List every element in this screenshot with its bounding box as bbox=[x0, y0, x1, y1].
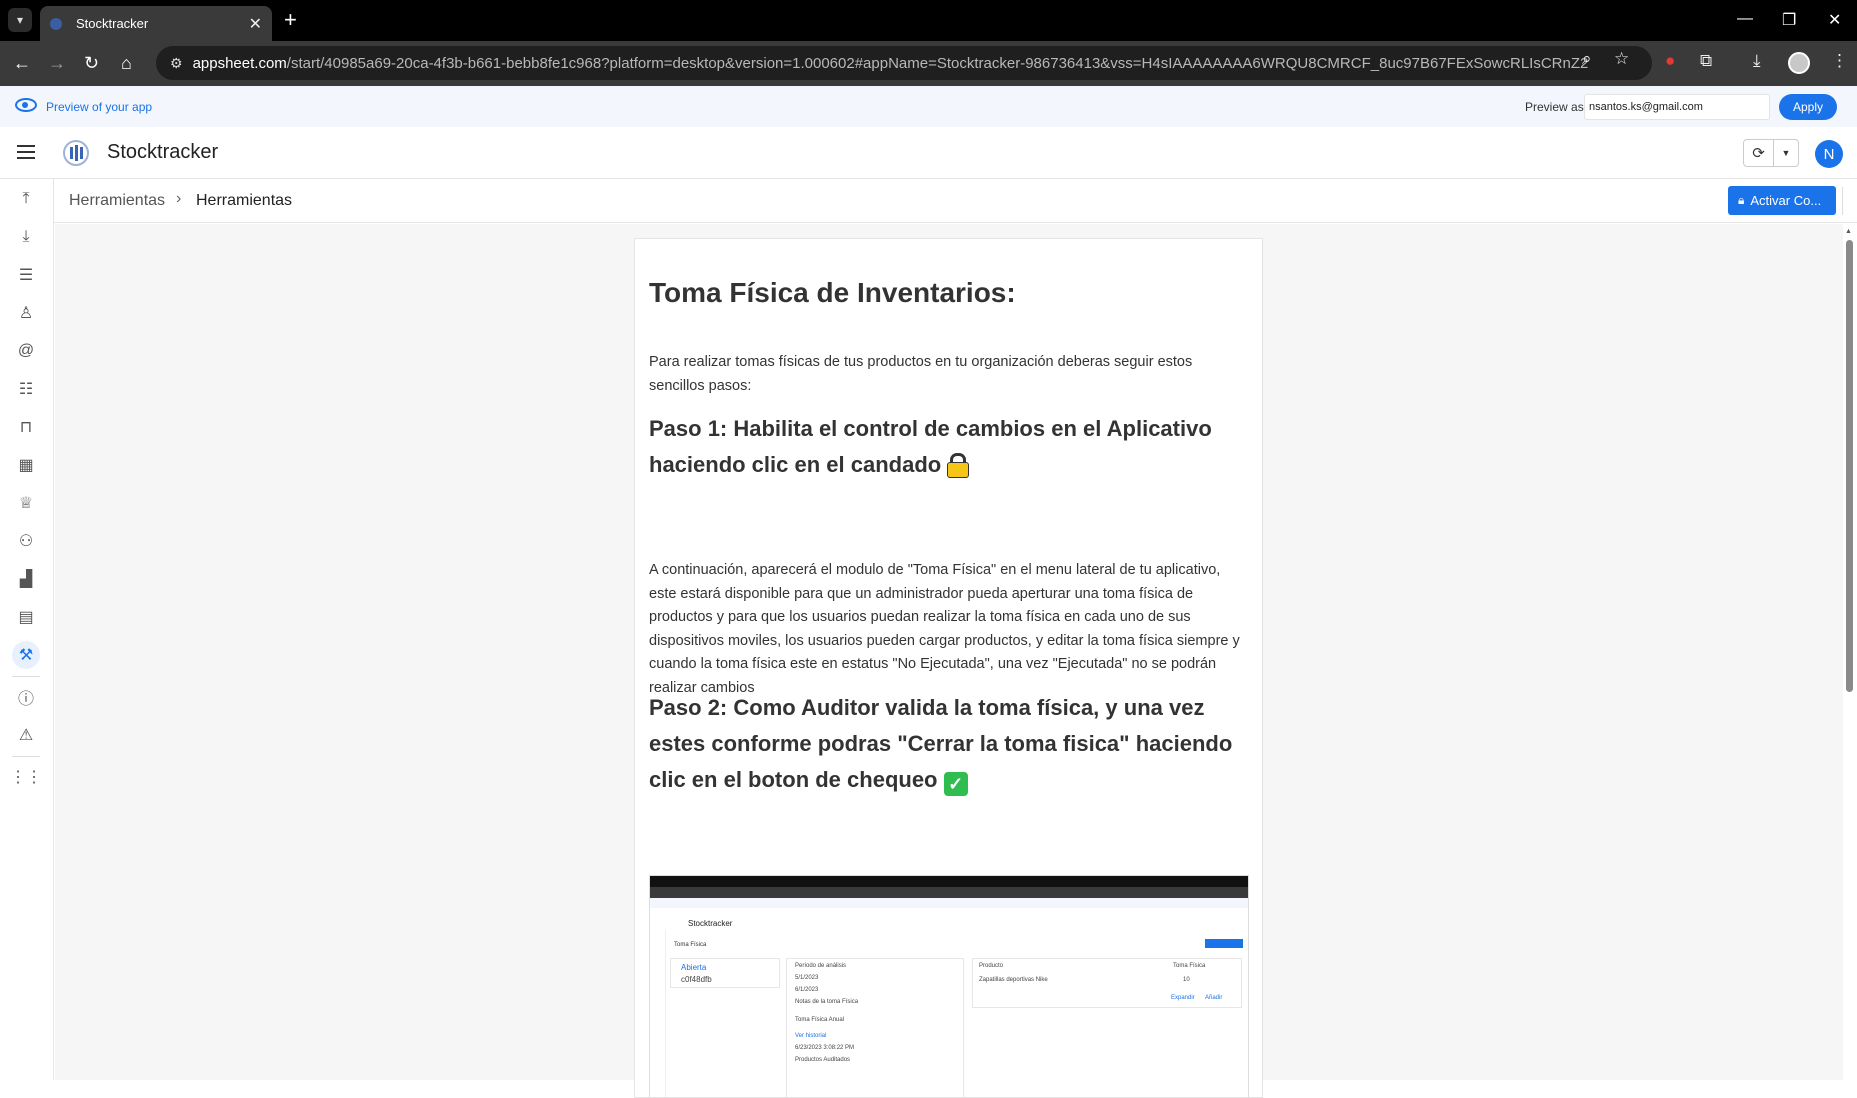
sidebar-divider bbox=[12, 756, 40, 757]
step1-body: A continuación, aparecerá el modulo de "… bbox=[649, 562, 1240, 696]
report-icon[interactable]: ▤ bbox=[12, 603, 40, 631]
list-icon[interactable]: ☰ bbox=[12, 261, 40, 289]
sidebar-divider bbox=[12, 676, 40, 677]
embedded-edit-link: Ver historial bbox=[795, 1033, 827, 1039]
sidebar: ⤒ ⤓ ☰ ♙ @ ☷ ⊓ ▦ ♕ ⚇ ▟ ▤ ⚒ ⓘ ⚠ ⋮⋮ bbox=[0, 179, 54, 1080]
embedded-crumb: Toma Física bbox=[674, 942, 707, 948]
chevron-down-icon[interactable]: ▼ bbox=[1774, 140, 1798, 166]
preview-bar: Preview of your app Preview as: Apply bbox=[0, 86, 1857, 127]
embedded-timestamp: 6/23/2023 3:08:22 PM bbox=[795, 1045, 855, 1051]
browser-tab-bar: ▾ Stocktracker ✕ + — ❐ ✕ bbox=[0, 0, 1857, 41]
activate-button[interactable]: 🔒︎ Activar Co... bbox=[1728, 186, 1836, 215]
embedded-status: Abierta bbox=[681, 963, 707, 972]
embedded-link2: Añadir bbox=[1205, 995, 1223, 1001]
tab-title: Stocktracker bbox=[76, 16, 149, 31]
activate-button-label: Activar Co... bbox=[1750, 193, 1822, 208]
step1-heading: Paso 1: Habilita el control de cambios e… bbox=[649, 416, 1212, 478]
at-icon[interactable]: @ bbox=[12, 337, 40, 365]
check-emoji-icon: ✓ bbox=[943, 772, 968, 796]
embedded-col2: Toma Física bbox=[1173, 963, 1206, 969]
breadcrumb-current: Herramientas bbox=[196, 192, 293, 209]
apply-button[interactable]: Apply bbox=[1779, 94, 1837, 120]
embedded-app-name: Stocktracker bbox=[688, 919, 733, 928]
restore-icon[interactable]: ❐ bbox=[1782, 10, 1796, 30]
breadcrumb: Herramientas › Herramientas 🔒︎ Activar C… bbox=[54, 179, 1857, 223]
step2-heading: Paso 2: Como Auditor valida la toma físi… bbox=[649, 695, 1233, 796]
upload-icon[interactable]: ⤒ bbox=[12, 185, 40, 213]
tab-close-icon[interactable]: ✕ bbox=[249, 14, 262, 34]
embedded-row-product: Zapatillas deportivas Nike bbox=[979, 977, 1048, 983]
embedded-field2: Notas de la toma Física bbox=[795, 999, 859, 1005]
url-text: appsheet.com/start/40985a69-20ca-4f3b-b6… bbox=[192, 54, 1588, 72]
trophy-icon[interactable]: ♕ bbox=[12, 489, 40, 517]
scroll-up-arrow-icon[interactable]: ▲ bbox=[1845, 228, 1852, 235]
window-close-icon[interactable]: ✕ bbox=[1828, 10, 1841, 30]
breadcrumb-parent[interactable]: Herramientas bbox=[69, 192, 165, 210]
article-intro: Para realizar tomas físicas de tus produ… bbox=[649, 354, 1193, 394]
embedded-note: Toma Física Anual bbox=[795, 1017, 845, 1023]
apps-icon[interactable]: ⋮⋮ bbox=[10, 763, 42, 791]
tab-search-icon[interactable]: ▾ bbox=[8, 8, 32, 32]
group-icon[interactable]: ⚇ bbox=[12, 527, 40, 555]
download-icon[interactable]: ⤓ bbox=[1753, 51, 1761, 71]
preview-as-label: Preview as: bbox=[1525, 100, 1588, 114]
info-icon[interactable]: ⓘ bbox=[12, 683, 40, 711]
profile-avatar[interactable] bbox=[1788, 52, 1810, 74]
embedded-col1: Producto bbox=[979, 963, 1004, 969]
chevron-right-icon: › bbox=[176, 190, 182, 207]
browser-menu-icon[interactable]: ⋮ bbox=[1831, 51, 1848, 71]
preview-label: Preview of your app bbox=[46, 100, 153, 114]
lock-icon: 🔒︎ bbox=[1738, 193, 1745, 207]
zoom-search-icon[interactable]: ⌕ bbox=[1582, 49, 1592, 69]
back-icon[interactable]: ← bbox=[13, 52, 31, 74]
address-bar[interactable]: ⚙ appsheet.com/start/40985a69-20ca-4f3b-… bbox=[156, 46, 1652, 80]
divider bbox=[1842, 187, 1843, 215]
app-logo bbox=[63, 140, 89, 166]
bag-icon[interactable]: ⊓ bbox=[12, 413, 40, 441]
person-icon[interactable]: ♙ bbox=[12, 299, 40, 327]
app-header: Stocktracker ⟳ ▼ N bbox=[0, 127, 1857, 179]
app-name: Stocktracker bbox=[107, 141, 219, 163]
embedded-field3: Productos Auditados bbox=[795, 1057, 851, 1063]
tab-favicon bbox=[50, 17, 62, 30]
content-area: Toma Física de Inventarios: Para realiza… bbox=[55, 224, 1849, 1098]
lock-emoji-icon bbox=[947, 453, 970, 478]
menu-icon[interactable] bbox=[17, 145, 35, 159]
preview-email-input[interactable] bbox=[1584, 94, 1770, 120]
new-tab-icon[interactable]: + bbox=[284, 9, 297, 31]
catalog-icon[interactable]: ☷ bbox=[12, 375, 40, 403]
analytics-icon[interactable]: ▟ bbox=[12, 565, 40, 593]
embedded-date1: 5/1/2023 bbox=[795, 975, 819, 981]
site-info-icon[interactable]: ⚙ bbox=[170, 55, 183, 72]
browser-tab[interactable]: Stocktracker ✕ bbox=[40, 6, 272, 41]
article-title: Toma Física de Inventarios: bbox=[649, 277, 1016, 308]
embedded-button bbox=[1205, 939, 1243, 948]
bookmark-star-icon[interactable]: ☆ bbox=[1614, 49, 1629, 69]
minimize-icon[interactable]: — bbox=[1737, 10, 1753, 28]
embedded-field1: Período de análisis bbox=[795, 963, 847, 969]
scrollbar-thumb[interactable] bbox=[1846, 240, 1853, 692]
forward-icon[interactable]: → bbox=[48, 52, 66, 74]
home-icon[interactable]: ⌂ bbox=[121, 52, 132, 74]
embedded-link1: Expandir bbox=[1171, 995, 1195, 1001]
extensions-puzzle-icon[interactable]: ⧉ bbox=[1700, 51, 1712, 71]
warehouse-icon[interactable]: ▦ bbox=[12, 451, 40, 479]
sync-button[interactable]: ⟳ ▼ bbox=[1743, 139, 1799, 167]
sync-icon[interactable]: ⟳ bbox=[1744, 140, 1774, 166]
embedded-record-id: c0f48dfb bbox=[681, 975, 712, 984]
download-icon[interactable]: ⤓ bbox=[12, 223, 40, 251]
tools-icon[interactable]: ⚒ bbox=[12, 641, 40, 669]
embedded-row-value: 10 bbox=[1183, 977, 1190, 983]
browser-toolbar: ← → ↻ ⌂ ⚙ appsheet.com/start/40985a69-20… bbox=[0, 41, 1857, 86]
embedded-date2: 6/1/2023 bbox=[795, 987, 819, 993]
embedded-screenshot: Stocktracker Toma Física Abierta c0f48df… bbox=[649, 875, 1249, 1097]
article-card: Toma Física de Inventarios: Para realiza… bbox=[634, 238, 1263, 1098]
reload-icon[interactable]: ↻ bbox=[84, 52, 99, 74]
feedback-icon[interactable]: ⚠ bbox=[12, 721, 40, 749]
user-avatar[interactable]: N bbox=[1815, 140, 1843, 168]
eye-icon bbox=[15, 98, 37, 112]
extension-icon[interactable]: ● bbox=[1665, 51, 1675, 71]
